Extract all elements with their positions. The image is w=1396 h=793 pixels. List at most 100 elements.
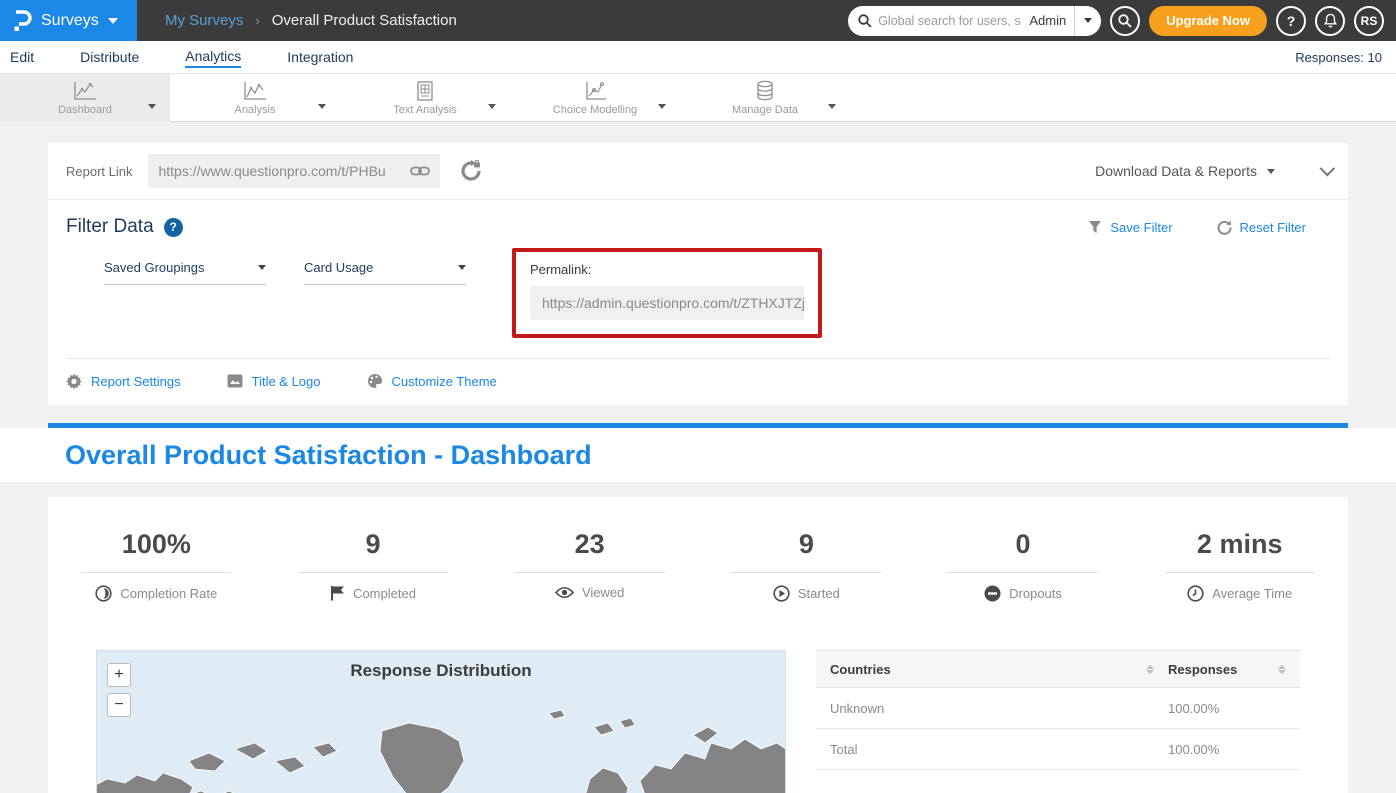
- table-row: Unknown 100.00%: [816, 688, 1300, 729]
- tab-choice-modelling[interactable]: Choice Modelling: [510, 74, 680, 122]
- text-document-icon: [414, 80, 436, 102]
- reset-filter-button[interactable]: Reset Filter: [1217, 220, 1306, 235]
- country-cell: Total: [830, 742, 1154, 757]
- table-row: Total 100.00%: [816, 729, 1300, 770]
- chevron-down-icon: [1084, 18, 1092, 23]
- search-icon: [858, 14, 872, 28]
- play-circle-icon: [773, 585, 790, 602]
- nav-distribute[interactable]: Distribute: [80, 47, 139, 67]
- response-distribution-map[interactable]: Response Distribution + −: [96, 650, 786, 793]
- responses-count: Responses: 10: [1295, 50, 1396, 65]
- flag-icon: [330, 585, 345, 601]
- sort-icon[interactable]: [1146, 665, 1154, 674]
- funnel-icon: [1088, 220, 1102, 234]
- filter-section: Filter Data ? Save Filter Res: [48, 200, 1348, 358]
- report-link-row: Report Link https://www.questionpro.com/…: [48, 143, 1348, 200]
- tab-dashboard[interactable]: Dashboard: [0, 74, 170, 122]
- tab-text-analysis[interactable]: Text Analysis: [340, 74, 510, 122]
- save-filter-label: Save Filter: [1110, 220, 1172, 235]
- sort-icon[interactable]: [1278, 665, 1286, 674]
- nav-edit[interactable]: Edit: [10, 47, 34, 67]
- customize-theme-label: Customize Theme: [392, 374, 497, 389]
- clock-icon: [1187, 585, 1204, 602]
- tab-analysis[interactable]: Analysis: [170, 74, 340, 122]
- stat-value: 9: [698, 529, 915, 560]
- completion-rate-icon: [95, 585, 112, 602]
- top-bar: Surveys My Surveys › Overall Product Sat…: [0, 0, 1396, 41]
- tab-dashboard-menu[interactable]: [148, 96, 156, 114]
- responses-cell: 100.00%: [1168, 742, 1286, 757]
- tab-choice-modelling-menu[interactable]: [658, 96, 666, 114]
- permalink-field[interactable]: https://admin.questionpro.com/t/ZTHXJTZj: [530, 286, 804, 320]
- global-search-input[interactable]: [878, 14, 1021, 28]
- topbar-actions: Admin Upgrade Now ? RS: [848, 6, 1396, 36]
- filter-data-title: Filter Data: [66, 216, 154, 238]
- stat-value: 23: [481, 529, 698, 560]
- stat-completion-rate: 100% Completion Rate: [48, 529, 265, 602]
- save-filter-button[interactable]: Save Filter: [1088, 220, 1172, 235]
- tab-manage-data-menu[interactable]: [828, 96, 836, 114]
- search-button[interactable]: [1110, 6, 1140, 36]
- download-data-reports-dropdown[interactable]: Download Data & Reports: [1095, 163, 1275, 179]
- tab-manage-data[interactable]: Manage Data: [680, 74, 850, 122]
- title-logo-button[interactable]: Title & Logo: [227, 374, 321, 389]
- reset-filter-label: Reset Filter: [1240, 220, 1306, 235]
- surveys-product-menu[interactable]: Surveys: [0, 0, 137, 41]
- map-title: Response Distribution: [97, 661, 785, 681]
- map-zoom-in-button[interactable]: +: [107, 663, 131, 687]
- stat-value: 9: [265, 529, 482, 560]
- analysis-chart-icon: [242, 80, 268, 102]
- chevron-down-icon: [148, 104, 156, 109]
- breadcrumb-separator: ›: [255, 13, 259, 28]
- report-settings-button[interactable]: Report Settings: [66, 373, 181, 389]
- collapse-panel-chevron[interactable]: [1320, 160, 1336, 176]
- card-usage-select[interactable]: Card Usage: [304, 260, 466, 285]
- chevron-down-icon: [828, 104, 836, 109]
- country-cell: Unknown: [830, 701, 1154, 716]
- permalink-label: Permalink:: [530, 262, 804, 277]
- tab-text-analysis-menu[interactable]: [488, 96, 496, 114]
- search-scope-dropdown[interactable]: [1075, 6, 1101, 36]
- database-icon: [754, 80, 776, 102]
- upgrade-now-button[interactable]: Upgrade Now: [1149, 6, 1267, 36]
- secure-link-icon[interactable]: [460, 160, 482, 182]
- breadcrumb-my-surveys[interactable]: My Surveys: [165, 12, 243, 29]
- responses-column-header[interactable]: Responses: [1168, 662, 1237, 677]
- report-actions-row: Report Settings Title & Logo Customize T…: [48, 359, 1348, 405]
- nav-analytics[interactable]: Analytics: [185, 46, 241, 68]
- choice-modelling-icon: [582, 80, 608, 102]
- map-table-row: Response Distribution + −: [48, 650, 1348, 793]
- stat-value: 100%: [48, 529, 265, 560]
- eye-icon: [555, 586, 574, 599]
- stat-value: 0: [915, 529, 1132, 560]
- breadcrumb: My Surveys › Overall Product Satisfactio…: [165, 12, 457, 29]
- gear-icon: [66, 373, 82, 389]
- tab-label: Choice Modelling: [553, 104, 637, 116]
- minus-circle-icon: [984, 585, 1001, 602]
- survey-nav: Edit Distribute Analytics Integration Re…: [0, 41, 1396, 74]
- dashboard-stats-card: 100% Completion Rate 9: [48, 497, 1348, 793]
- help-button[interactable]: ?: [1276, 6, 1306, 36]
- filter-help-icon[interactable]: ?: [164, 218, 183, 237]
- search-icon: [1118, 14, 1132, 28]
- line-chart-icon: [72, 80, 98, 102]
- tab-label: Manage Data: [732, 104, 798, 116]
- permalink-annotation-box: Permalink: https://admin.questionpro.com…: [512, 248, 822, 338]
- notifications-button[interactable]: [1315, 6, 1345, 36]
- nav-integration[interactable]: Integration: [287, 47, 353, 67]
- report-link-label: Report Link: [66, 164, 132, 179]
- page-title-band: Overall Product Satisfaction - Dashboard: [0, 428, 1396, 482]
- tab-analysis-menu[interactable]: [318, 96, 326, 114]
- countries-column-header[interactable]: Countries: [830, 662, 891, 677]
- report-link-field[interactable]: https://www.questionpro.com/t/PHBu: [148, 154, 440, 188]
- countries-table: Countries Responses Unknown 100.00% Tota…: [816, 650, 1300, 793]
- stats-row: 100% Completion Rate 9: [48, 529, 1348, 602]
- stat-label: Started: [798, 586, 840, 601]
- divider: [1165, 572, 1315, 573]
- user-avatar[interactable]: RS: [1354, 6, 1384, 36]
- tab-label: Dashboard: [58, 104, 112, 116]
- card-usage-label: Card Usage: [304, 260, 373, 275]
- customize-theme-button[interactable]: Customize Theme: [367, 373, 497, 389]
- saved-groupings-select[interactable]: Saved Groupings: [104, 260, 266, 285]
- divider: [731, 572, 881, 573]
